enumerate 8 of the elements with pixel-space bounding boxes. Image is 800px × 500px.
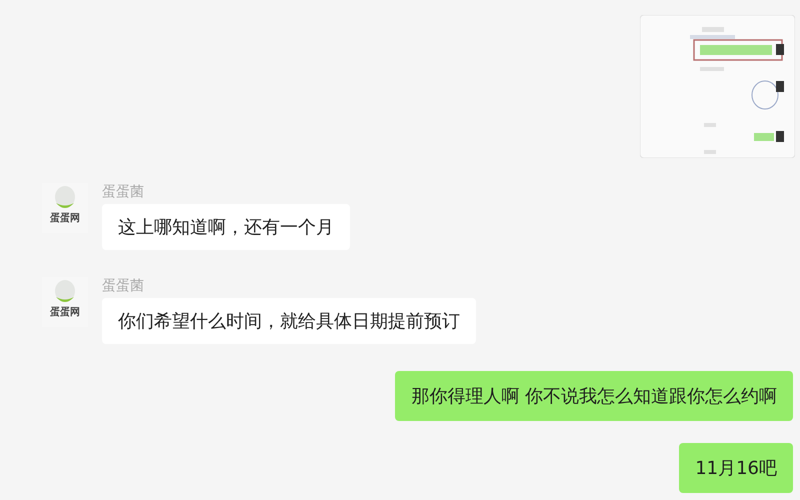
message-bubble: 那你得理人啊 你不说我怎么知道跟你怎么约啊 xyxy=(395,371,793,421)
sender-name: 蛋蛋菌 xyxy=(102,277,144,295)
sender-name: 蛋蛋菌 xyxy=(102,183,144,201)
message-bubble: 你们希望什么时间，就给具体日期提前预订 xyxy=(102,298,476,344)
message-bubble: 这上哪知道啊，还有一个月 xyxy=(102,204,350,250)
logo-text: 蛋蛋网 xyxy=(50,213,80,225)
message-bubble: 11月16吧 xyxy=(679,443,793,493)
logo-text: 蛋蛋网 xyxy=(50,307,80,319)
